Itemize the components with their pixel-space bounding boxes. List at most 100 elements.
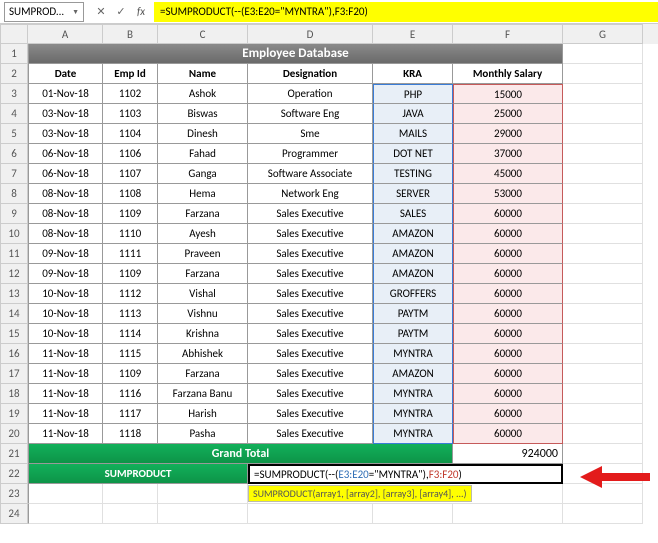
cell-empty[interactable] [563, 304, 643, 324]
cell-empty[interactable] [563, 264, 643, 284]
cell-empid[interactable]: 1117 [103, 404, 158, 424]
row-header-2[interactable]: 2 [0, 64, 28, 84]
cell-date[interactable]: 03-Nov-18 [28, 104, 103, 124]
cell-name[interactable]: Fahad [158, 144, 248, 164]
cell-B23[interactable] [103, 484, 158, 504]
formula-input[interactable]: =SUMPRODUCT(--(E3:E20="MYNTRA"),F3:F20) [154, 2, 658, 22]
cell-kra[interactable]: MYNTRA [373, 384, 453, 404]
col-header-D[interactable]: D [248, 24, 373, 44]
cell-empty[interactable] [563, 244, 643, 264]
row-header-18[interactable]: 18 [0, 384, 28, 404]
cell-kra[interactable]: MYNTRA [373, 404, 453, 424]
row-header-22[interactable]: 22 [0, 464, 28, 484]
cell-empid[interactable]: 1118 [103, 424, 158, 444]
col-header-C[interactable]: C [158, 24, 248, 44]
cell-salary[interactable]: 25000 [453, 104, 563, 124]
cell-date[interactable]: 08-Nov-18 [28, 204, 103, 224]
row-header-14[interactable]: 14 [0, 304, 28, 324]
cell-salary[interactable]: 60000 [453, 424, 563, 444]
cell-salary[interactable]: 60000 [453, 224, 563, 244]
cell-empid[interactable]: 1109 [103, 364, 158, 384]
cell-name[interactable]: Krishna [158, 324, 248, 344]
cell-date[interactable]: 06-Nov-18 [28, 144, 103, 164]
cell-name[interactable]: Praveen [158, 244, 248, 264]
cell-kra[interactable]: AMAZON [373, 364, 453, 384]
cell-name[interactable]: Biswas [158, 104, 248, 124]
cell-name[interactable]: Harish [158, 404, 248, 424]
cell-date[interactable]: 08-Nov-18 [28, 224, 103, 244]
row-header-19[interactable]: 19 [0, 404, 28, 424]
cell-designation[interactable]: Sales Executive [248, 304, 373, 324]
cell-empty[interactable] [563, 204, 643, 224]
cell-date[interactable]: 11-Nov-18 [28, 364, 103, 384]
cell-kra[interactable]: MAILS [373, 124, 453, 144]
cell-date[interactable]: 11-Nov-18 [28, 384, 103, 404]
cell-G23[interactable] [563, 484, 643, 504]
cell-empid[interactable]: 1109 [103, 204, 158, 224]
cell-name[interactable]: Abhishek [158, 344, 248, 364]
cell-kra[interactable]: MYNTRA [373, 344, 453, 364]
cell-kra[interactable]: AMAZON [373, 244, 453, 264]
cell-designation[interactable]: Sme [248, 124, 373, 144]
cell-designation[interactable]: Sales Executive [248, 384, 373, 404]
cell-salary[interactable]: 37000 [453, 144, 563, 164]
cell-B24[interactable] [103, 504, 158, 524]
row-header-9[interactable]: 9 [0, 204, 28, 224]
cell-designation[interactable]: Sales Executive [248, 264, 373, 284]
cell-date[interactable]: 09-Nov-18 [28, 264, 103, 284]
cell-name[interactable]: Farzana Banu [158, 384, 248, 404]
cell-empid[interactable]: 1104 [103, 124, 158, 144]
row-header-8[interactable]: 8 [0, 184, 28, 204]
cell-kra[interactable]: PAYTM [373, 324, 453, 344]
cell-designation[interactable]: Network Eng [248, 184, 373, 204]
cell-salary[interactable]: 60000 [453, 264, 563, 284]
cell-designation[interactable]: Sales Executive [248, 344, 373, 364]
cell-G24[interactable] [563, 504, 643, 524]
cell-empid[interactable]: 1113 [103, 304, 158, 324]
cell-name[interactable]: Pasha [158, 424, 248, 444]
col-header-G[interactable]: G [563, 24, 643, 44]
cell-empid[interactable]: 1114 [103, 324, 158, 344]
cell-kra[interactable]: JAVA [373, 104, 453, 124]
cell-salary[interactable]: 45000 [453, 164, 563, 184]
cell-name[interactable]: Dinesh [158, 124, 248, 144]
row-header-20[interactable]: 20 [0, 424, 28, 444]
cell-date[interactable]: 10-Nov-18 [28, 304, 103, 324]
cell-empty[interactable] [563, 184, 643, 204]
cell-name[interactable]: Farzana [158, 364, 248, 384]
cell-empty[interactable] [563, 224, 643, 244]
cell-salary[interactable]: 60000 [453, 304, 563, 324]
cell-kra[interactable]: SERVER [373, 184, 453, 204]
cell-A24[interactable] [28, 504, 103, 524]
row-header-23[interactable]: 23 [0, 484, 28, 504]
cell-empid[interactable]: 1108 [103, 184, 158, 204]
row-header-11[interactable]: 11 [0, 244, 28, 264]
cell-designation[interactable]: Operation [248, 84, 373, 104]
cell-designation[interactable]: Sales Executive [248, 404, 373, 424]
grand-total-value[interactable]: 924000 [453, 444, 563, 464]
cell-name[interactable]: Ayesh [158, 224, 248, 244]
cell-empid[interactable]: 1110 [103, 224, 158, 244]
cell-designation[interactable]: Software Associate [248, 164, 373, 184]
cell-name[interactable]: Hema [158, 184, 248, 204]
header-date[interactable]: Date [28, 64, 103, 84]
row-header-13[interactable]: 13 [0, 284, 28, 304]
cell-designation[interactable]: Sales Executive [248, 424, 373, 444]
cell-G21[interactable] [563, 444, 643, 464]
cell-empty[interactable] [563, 424, 643, 444]
cell-empid[interactable]: 1106 [103, 144, 158, 164]
cell-name[interactable]: Ashok [158, 84, 248, 104]
cell-C23[interactable] [158, 484, 248, 504]
cell-designation[interactable]: Sales Executive [248, 324, 373, 344]
row-header-12[interactable]: 12 [0, 264, 28, 284]
cell-salary[interactable]: 60000 [453, 244, 563, 264]
cell-empty[interactable] [563, 124, 643, 144]
cell-empty[interactable] [563, 84, 643, 104]
cell-D24[interactable] [248, 504, 373, 524]
cell-G2[interactable] [563, 64, 643, 84]
cell-name[interactable]: Farzana [158, 204, 248, 224]
row-header-5[interactable]: 5 [0, 124, 28, 144]
cell-date[interactable]: 01-Nov-18 [28, 84, 103, 104]
row-header-6[interactable]: 6 [0, 144, 28, 164]
cell-salary[interactable]: 60000 [453, 284, 563, 304]
